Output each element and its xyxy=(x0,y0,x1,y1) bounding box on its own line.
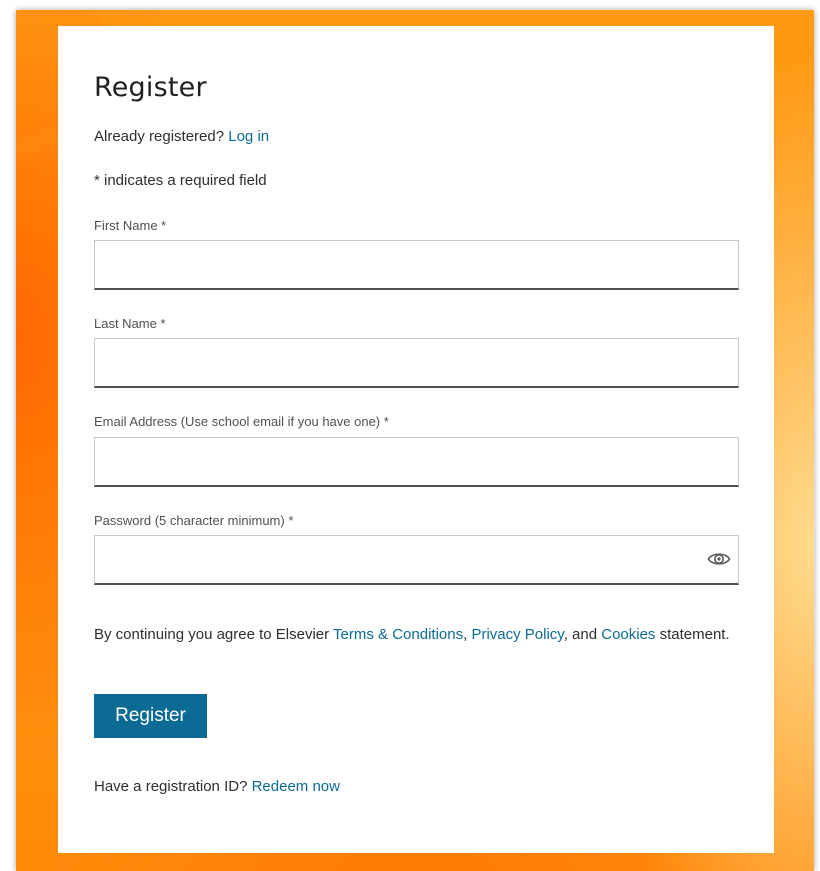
password-input[interactable] xyxy=(94,535,739,585)
agree-prefix: By continuing you agree to Elsevier xyxy=(94,626,334,643)
terms-link[interactable]: Terms & Conditions xyxy=(333,626,463,643)
agree-suffix: statement. xyxy=(655,626,730,643)
required-note: * indicates a required field xyxy=(94,172,267,189)
already-registered-line: Already registered? Log in xyxy=(94,128,269,145)
login-link[interactable]: Log in xyxy=(228,128,269,145)
registration-id-line: Have a registration ID? Redeem now xyxy=(94,778,340,795)
privacy-policy-link[interactable]: Privacy Policy xyxy=(471,626,563,643)
page-title: Register xyxy=(94,72,207,103)
already-registered-text: Already registered? xyxy=(94,128,229,145)
redeem-now-link[interactable]: Redeem now xyxy=(252,778,340,795)
last-name-label: Last Name * xyxy=(94,316,166,331)
agree-separator-2: , and xyxy=(563,626,602,643)
email-input[interactable] xyxy=(94,437,739,487)
password-label: Password (5 character minimum) * xyxy=(94,513,294,528)
terms-agreement: By continuing you agree to Elsevier Term… xyxy=(94,622,739,647)
last-name-input[interactable] xyxy=(94,338,739,388)
eye-icon[interactable] xyxy=(707,549,731,569)
register-card: Register Already registered? Log in * in… xyxy=(58,26,774,853)
cookies-link[interactable]: Cookies xyxy=(601,626,655,643)
email-label: Email Address (Use school email if you h… xyxy=(94,414,389,429)
registration-id-text: Have a registration ID? xyxy=(94,778,252,795)
first-name-label: First Name * xyxy=(94,218,167,233)
background-frame: Register Already registered? Log in * in… xyxy=(16,10,814,871)
register-button[interactable]: Register xyxy=(94,694,207,738)
first-name-input[interactable] xyxy=(94,240,739,290)
password-field xyxy=(94,535,739,585)
